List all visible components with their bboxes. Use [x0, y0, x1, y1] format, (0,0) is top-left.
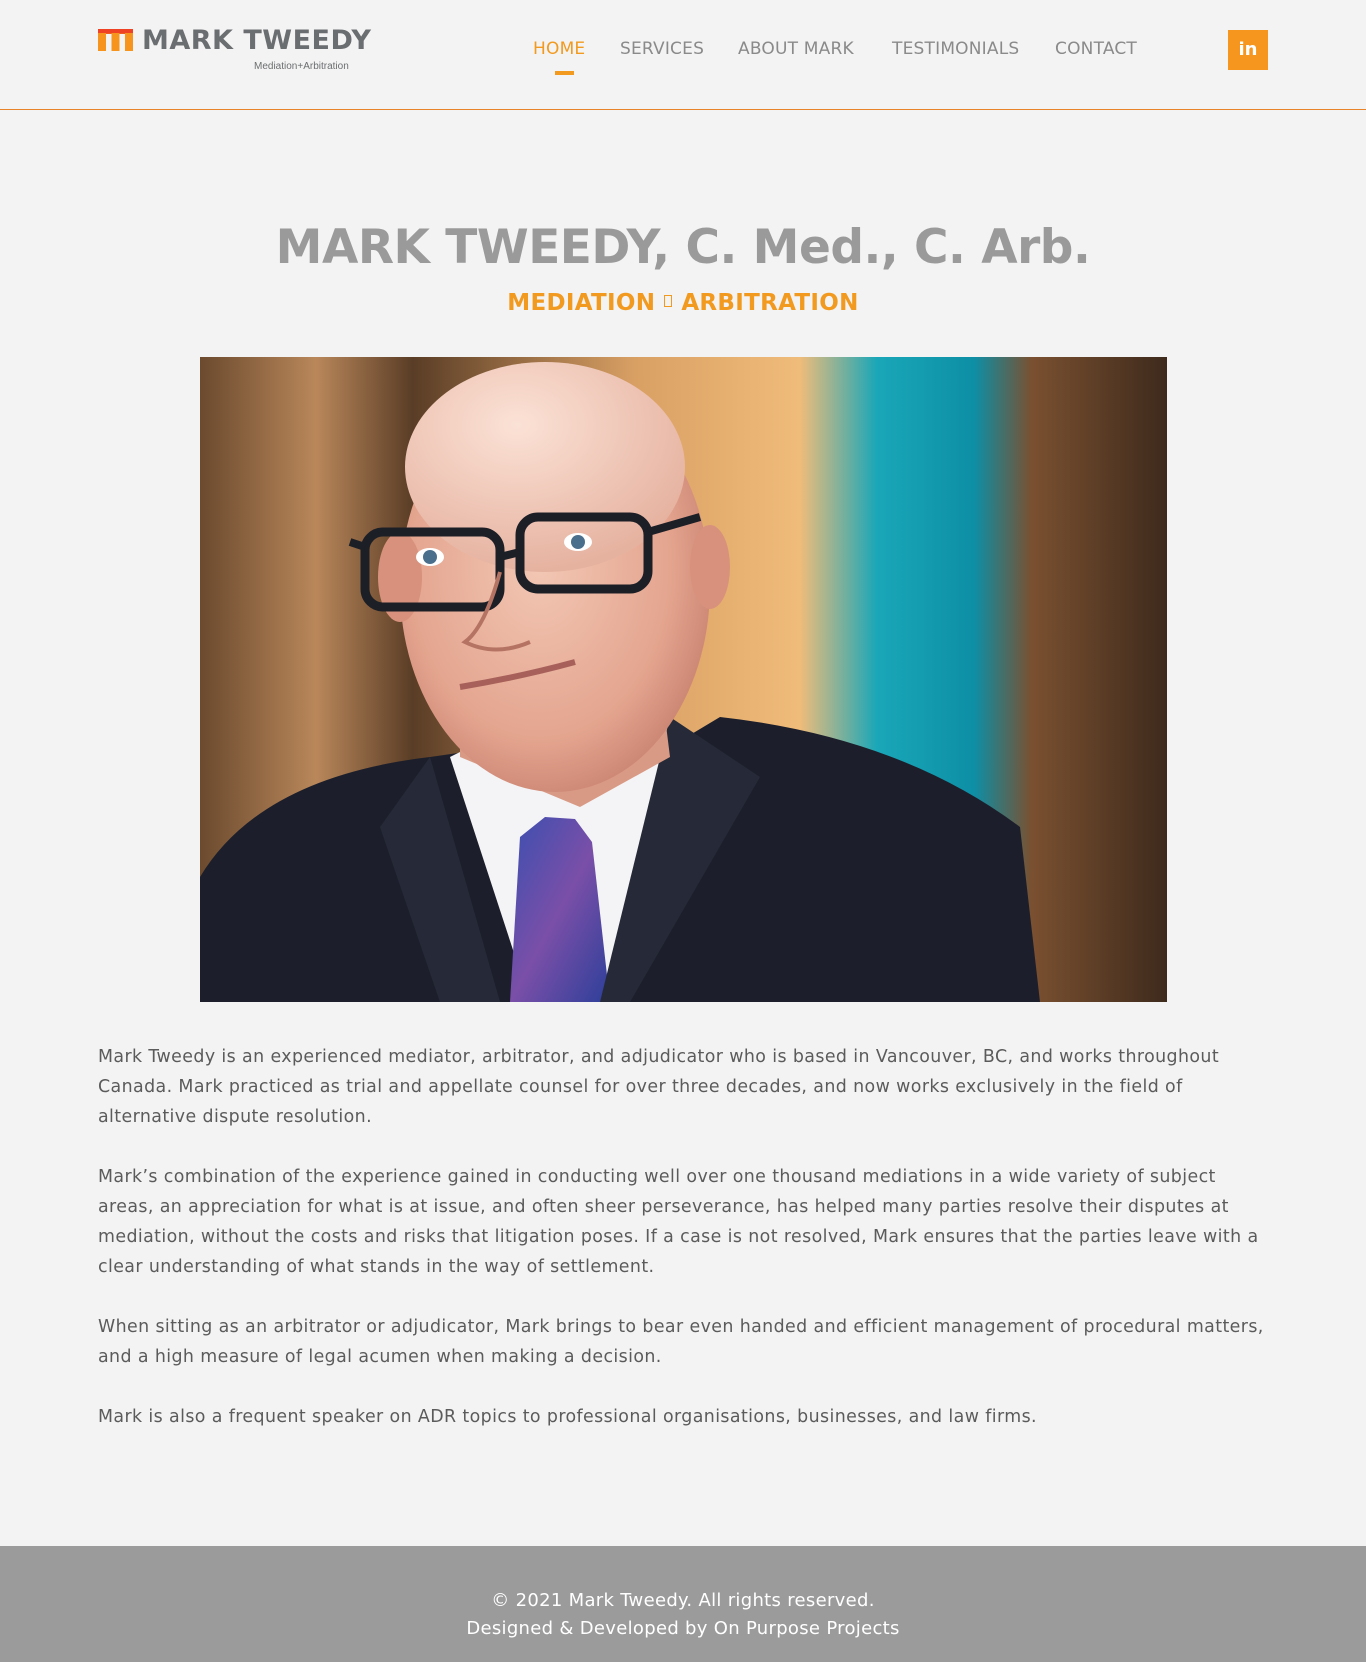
site-footer: © 2021 Mark Tweedy. All rights reserved.… [0, 1546, 1366, 1662]
bio-paragraph: Mark is also a frequent speaker on ADR t… [98, 1407, 1037, 1427]
separator-glyph-icon [664, 294, 673, 307]
linkedin-icon[interactable]: in [1228, 30, 1268, 70]
footer-copyright: © 2021 Mark Tweedy. All rights reserved. [491, 1590, 875, 1611]
portrait-photo [200, 357, 1167, 1002]
page-title: MARK TWEEDY, C. Med., C. Arb. [275, 220, 1091, 275]
active-nav-indicator [555, 71, 574, 75]
subtitle-arbitration: ARBITRATION [681, 290, 859, 316]
footer-credit-link[interactable]: Designed & Developed by On Purpose Proje… [0, 1615, 1366, 1643]
nav-item-contact[interactable]: CONTACT [1055, 38, 1137, 60]
bio-section: Mark Tweedy is an experienced mediator, … [98, 1042, 1268, 1462]
nav-item-services[interactable]: SERVICES [620, 38, 704, 60]
site-header: MARK TWEEDY Mediation+Arbitration HOME S… [0, 0, 1366, 110]
nav-item-home[interactable]: HOME [533, 38, 585, 60]
logo-subtitle: Mediation+Arbitration [254, 61, 349, 72]
logo-mark-icon [98, 29, 133, 51]
nav-item-about-mark[interactable]: ABOUT MARK [738, 38, 854, 60]
bio-paragraph: When sitting as an arbitrator or adjudic… [98, 1317, 1264, 1367]
subtitle-mediation: MEDIATION [507, 290, 656, 316]
page-subtitle: MEDIATION ARBITRATION [0, 288, 1366, 318]
bio-paragraph: Mark’s combination of the experience gai… [98, 1167, 1259, 1277]
nav-item-testimonials[interactable]: TESTIMONIALS [892, 38, 1019, 60]
bio-paragraph: Mark Tweedy is an experienced mediator, … [98, 1047, 1220, 1127]
portrait-illustration [200, 357, 1167, 1002]
site-logo[interactable]: MARK TWEEDY Mediation+Arbitration [98, 24, 378, 76]
logo-text: MARK TWEEDY [142, 25, 372, 56]
